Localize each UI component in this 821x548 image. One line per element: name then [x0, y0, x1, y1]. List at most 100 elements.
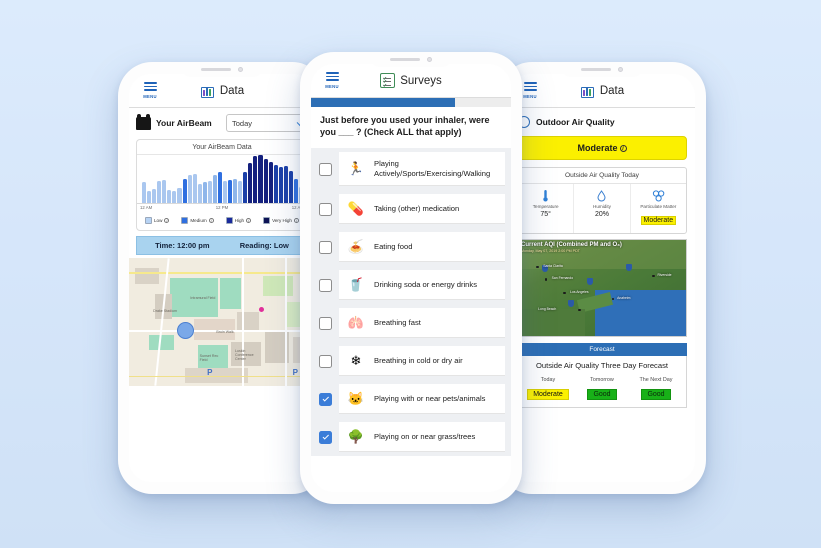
info-icon[interactable]: i [293, 218, 299, 223]
survey-option-card[interactable]: 🫁 Breathing fast [339, 308, 505, 339]
metric-value: Moderate [640, 216, 677, 225]
chart-bar [263, 159, 268, 203]
info-icon[interactable]: i [246, 218, 252, 223]
today-card-title: Outside Air Quality Today [518, 168, 686, 184]
airbeam-chart-card: Your AirBeam Data 12 AM 12 PM 12 AM Low i Me… [136, 139, 308, 231]
x-tick-label: 12 AM [140, 205, 153, 210]
checklist-icon [380, 73, 396, 88]
front-camera-icon [238, 67, 243, 72]
survey-option-checkbox[interactable] [319, 392, 332, 406]
aqi-map[interactable]: Current AQI (Combined PM and O₃) Monday,… [517, 239, 687, 337]
chart-bar [187, 174, 192, 203]
survey-option-row[interactable]: 🐱 Playing with or near pets/animals [311, 380, 511, 419]
today-air-quality-card: Outside Air Quality Today Temperature 75… [517, 167, 687, 234]
air-quality-status-banner[interactable]: Moderate i [517, 136, 687, 160]
survey-option-icon: 🥤 [347, 277, 365, 293]
info-icon[interactable]: i [619, 145, 627, 152]
legend-label: High [234, 218, 245, 223]
x-tick-label: 12 PM [215, 205, 229, 210]
survey-option-checkbox[interactable] [319, 202, 332, 216]
survey-option-checkbox[interactable] [319, 430, 332, 444]
survey-option-label: Playing Actively/Sports/Exercising/Walki… [374, 158, 491, 178]
city-label: Anaheim [617, 295, 631, 300]
app-header-center: MENU Surveys [311, 64, 511, 98]
chart-bar [162, 180, 167, 203]
speaker-grille-icon [581, 67, 611, 72]
hamburger-icon [523, 82, 537, 93]
menu-button-left[interactable]: MENU [137, 82, 163, 99]
survey-option-row[interactable]: 🏃 Playing Actively/Sports/Exercising/Walk… [311, 147, 511, 191]
location-map[interactable]: Drake Stadium Intramural Field Bruin Wal… [129, 258, 315, 386]
survey-option-checkbox[interactable] [319, 162, 332, 176]
survey-option-row[interactable]: 💊 Taking (other) medication [311, 190, 511, 229]
chart-x-axis: 12 AM 12 PM 12 AM [137, 203, 307, 212]
metric-particulate-matter: Particulate Matter Moderate [631, 184, 686, 233]
survey-option-card[interactable]: 💊 Taking (other) medication [339, 194, 505, 225]
survey-option-checkbox[interactable] [319, 240, 332, 254]
survey-option-icon: ❄ [350, 353, 362, 369]
survey-option-card[interactable]: 🍝 Eating food [339, 232, 505, 263]
survey-option-checkbox[interactable] [319, 316, 332, 330]
bar-chart-icon [200, 84, 215, 98]
speaker-grille-icon [201, 67, 231, 72]
info-icon[interactable]: i [208, 218, 214, 223]
chart-bar [147, 191, 152, 203]
legend-swatch [225, 217, 233, 224]
legend-swatch [144, 217, 152, 224]
legend-swatch [263, 217, 271, 224]
survey-option-icon: 💊 [347, 201, 365, 217]
city-label: San Fernando [551, 276, 574, 281]
outdoor-air-quality-row: Outdoor Air Quality [509, 108, 695, 134]
survey-option-icon: 🫁 [347, 315, 365, 331]
phone-screen-left: MENU Data Your AirBeam Today Your AirBea… [129, 74, 315, 482]
legend-swatch [181, 217, 189, 224]
bar-chart-icon [580, 84, 595, 98]
info-icon[interactable]: i [164, 218, 170, 223]
survey-option-row[interactable]: ❄ Breathing in cold or dry air [311, 342, 511, 381]
survey-option-label: Playing on or near grass/trees [374, 432, 476, 442]
outdoor-air-quality-title: Outdoor Air Quality [536, 117, 615, 127]
water-drop-icon [575, 189, 628, 202]
phone-screen-right: MENU Data Outdoor Air Quality Moderate i … [509, 74, 695, 482]
today-metrics-grid: Temperature 75° Humidity 20% Particulate… [518, 184, 686, 233]
aqi-map-subtitle: Monday, May 07, 2019 2:00 PM PDT [521, 249, 580, 253]
parking-label: P [207, 368, 213, 378]
survey-option-row[interactable]: 🍝 Eating food [311, 228, 511, 267]
map-place-label: Intramural Field [190, 296, 216, 301]
city-label: Los Angeles [570, 289, 589, 294]
phone-screen-center: MENU Surveys Just before you used your i… [311, 64, 511, 492]
survey-option-card[interactable]: 🌳 Playing on or near grass/trees [339, 422, 505, 453]
metric-name: Humidity [593, 204, 611, 209]
survey-option-card[interactable]: 🐱 Playing with or near pets/animals [339, 384, 505, 415]
forecast-day-label: Tomorrow [590, 377, 614, 383]
airbeam-device-icon [136, 113, 151, 130]
reading-value: Reading: Low [239, 241, 289, 250]
chart-bar [283, 165, 288, 203]
chart-bar [152, 188, 157, 203]
chart-bar [238, 181, 243, 203]
survey-option-card[interactable]: 🏃 Playing Actively/Sports/Exercising/Walk… [339, 151, 505, 187]
survey-option-row[interactable]: 🌳 Playing on or near grass/trees [311, 418, 511, 457]
survey-option-checkbox[interactable] [319, 354, 332, 368]
chart-bar [142, 182, 147, 203]
survey-option-row[interactable]: 🫁 Breathing fast [311, 304, 511, 343]
survey-option-label: Drinking soda or energy drinks [374, 280, 477, 290]
chart-bar [228, 180, 233, 203]
map-marker-pink[interactable] [259, 306, 265, 312]
legend-label: Medium [190, 218, 207, 223]
phone-center: MENU Surveys Just before you used your i… [300, 52, 522, 504]
survey-option-label: Eating food [374, 242, 413, 252]
survey-option-card[interactable]: ❄ Breathing in cold or dry air [339, 346, 505, 377]
map-place-label: Drake Stadium [153, 309, 177, 314]
survey-question: Just before you used your inhaler, were … [311, 107, 511, 148]
hamburger-icon [143, 82, 157, 93]
survey-option-checkbox[interactable] [319, 278, 332, 292]
survey-option-card[interactable]: 🥤 Drinking soda or energy drinks [339, 270, 505, 301]
survey-option-row[interactable]: 🥤 Drinking soda or energy drinks [311, 266, 511, 305]
metric-value: 75° [540, 211, 551, 218]
map-place-label: Sunset Rec Field [199, 354, 219, 362]
date-range-select[interactable]: Today [226, 114, 308, 132]
airbeam-row: Your AirBeam Today [129, 108, 315, 137]
menu-button-center[interactable]: MENU [319, 72, 345, 89]
legend-item: High i [225, 217, 252, 224]
